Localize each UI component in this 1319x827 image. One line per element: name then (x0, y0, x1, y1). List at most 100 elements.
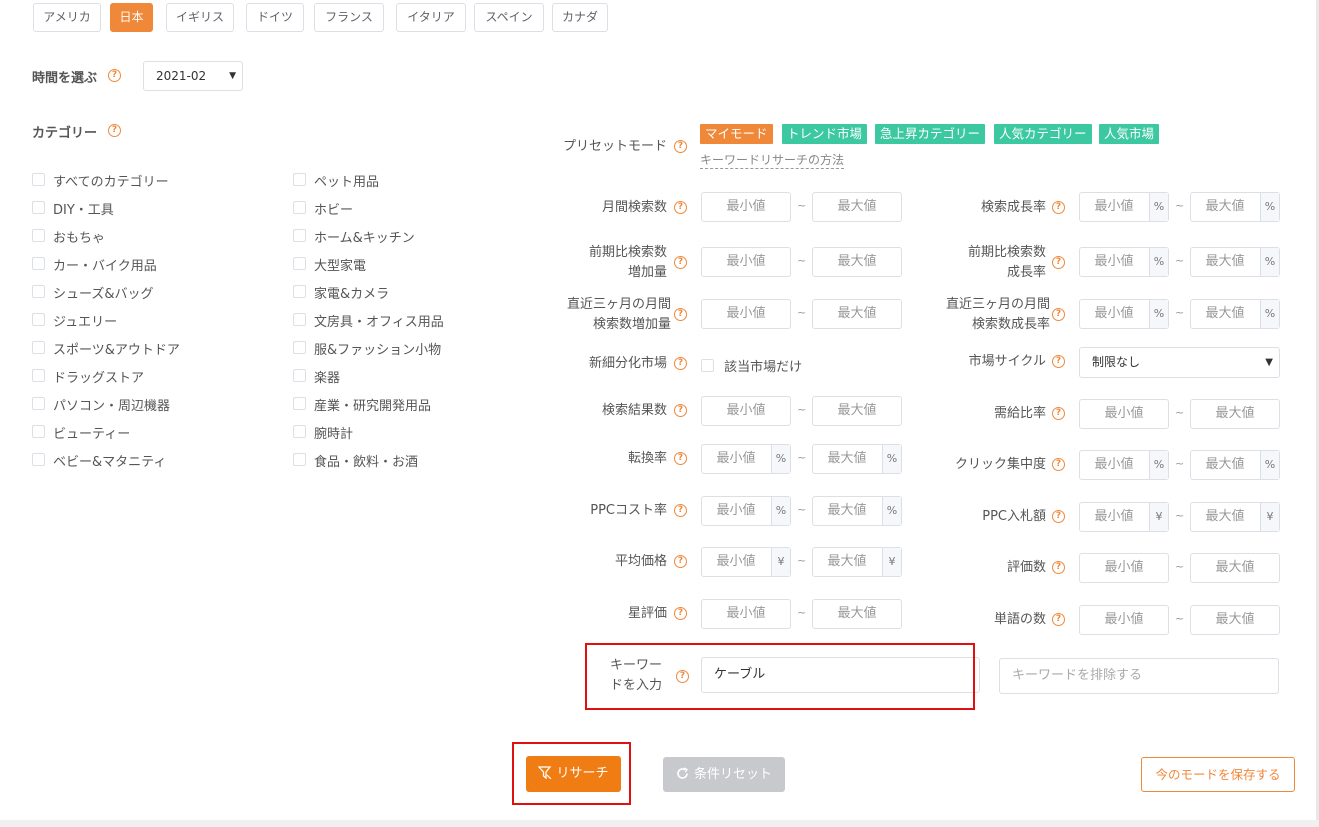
prev-search-growth-min[interactable]: 最小値% (1079, 247, 1169, 277)
ppc-cost-max[interactable]: 最大値% (812, 496, 902, 526)
checkbox[interactable] (293, 313, 306, 326)
help-icon[interactable]: ? (674, 140, 687, 153)
preset-popular-market[interactable]: 人気市場 (1099, 124, 1160, 144)
checkbox[interactable] (293, 173, 306, 186)
new-segment-checkbox[interactable]: 該当市場だけ (701, 356, 802, 375)
help-icon[interactable]: ? (674, 504, 687, 517)
prev-search-growth-max[interactable]: 最大値% (1190, 247, 1280, 277)
checkbox[interactable] (293, 369, 306, 382)
search-growth-max[interactable]: 最大値% (1190, 192, 1280, 222)
conversion-min[interactable]: 最小値% (701, 444, 791, 474)
help-icon[interactable]: ? (674, 452, 687, 465)
help-icon[interactable]: ? (1052, 561, 1065, 574)
supply-demand-max[interactable]: 最大値 (1190, 399, 1280, 429)
help-icon[interactable]: ? (1052, 355, 1065, 368)
preset-popular-category[interactable]: 人気カテゴリー (994, 124, 1092, 144)
checkbox[interactable] (293, 397, 306, 410)
recent3-growth-max[interactable]: 最大値% (1190, 299, 1280, 329)
search-results-min[interactable]: 最小値 (701, 396, 791, 426)
search-growth-min[interactable]: 最小値% (1079, 192, 1169, 222)
checkbox[interactable] (293, 201, 306, 214)
country-tab-canada[interactable]: カナダ (552, 3, 608, 32)
country-tab-germany[interactable]: ドイツ (246, 3, 304, 32)
time-select[interactable]: 2021-02 ▼ (143, 61, 243, 91)
checkbox[interactable] (32, 369, 45, 382)
help-icon[interactable]: ? (674, 357, 687, 370)
avg-price-min[interactable]: 最小値 ¥ (701, 547, 791, 577)
supply-demand-min[interactable]: 最小値 (1079, 399, 1169, 429)
method-link[interactable]: キーワードリサーチの方法 (700, 151, 845, 169)
help-icon[interactable]: ? (1052, 407, 1065, 420)
checkbox[interactable] (32, 397, 45, 410)
help-icon[interactable]: ? (1052, 510, 1065, 523)
review-count-max[interactable]: 最大値 (1190, 553, 1280, 583)
yen-unit: ¥ (882, 548, 901, 576)
help-icon[interactable]: ? (1052, 256, 1065, 269)
help-icon[interactable]: ? (1052, 308, 1065, 321)
help-icon[interactable]: ? (1052, 201, 1065, 214)
exclude-keyword-input[interactable]: キーワードを排除する (999, 658, 1279, 694)
help-icon[interactable]: ? (674, 404, 687, 417)
checkbox[interactable] (293, 425, 306, 438)
monthly-search-min[interactable]: 最小値 (701, 192, 791, 222)
help-icon[interactable]: ? (108, 69, 121, 82)
click-concentration-min[interactable]: 最小値% (1079, 450, 1169, 480)
checkbox[interactable] (32, 229, 45, 242)
checkbox[interactable] (32, 173, 45, 186)
country-tab-uk[interactable]: イギリス (166, 3, 234, 32)
help-icon[interactable]: ? (674, 555, 687, 568)
country-tab-france[interactable]: フランス (314, 3, 384, 32)
country-tab-japan[interactable]: 日本 (110, 3, 153, 32)
checkbox[interactable] (32, 425, 45, 438)
country-tab-usa[interactable]: アメリカ (33, 3, 101, 32)
help-icon[interactable]: ? (674, 201, 687, 214)
prev-search-inc-min[interactable]: 最小値 (701, 247, 791, 277)
search-results-max[interactable]: 最大値 (812, 396, 902, 426)
star-rating-min[interactable]: 最小値 (701, 599, 791, 629)
review-count-min[interactable]: 最小値 (1079, 553, 1169, 583)
checkbox[interactable] (32, 201, 45, 214)
checkbox[interactable] (293, 229, 306, 242)
recent3-inc-max[interactable]: 最大値 (812, 299, 902, 329)
checkbox[interactable] (293, 341, 306, 354)
checkbox[interactable] (32, 257, 45, 270)
checkbox[interactable] (701, 359, 714, 372)
click-concentration-max[interactable]: 最大値% (1190, 450, 1280, 480)
ppc-cost-min[interactable]: 最小値% (701, 496, 791, 526)
prev-search-inc-max[interactable]: 最大値 (812, 247, 902, 277)
checkbox[interactable] (32, 453, 45, 466)
preset-my-mode[interactable]: マイモード (700, 124, 773, 144)
help-icon[interactable]: ? (674, 256, 687, 269)
ppc-bid-min[interactable]: 最小値 ¥ (1079, 502, 1169, 532)
avg-price-max[interactable]: 最大値 ¥ (812, 547, 902, 577)
save-mode-button[interactable]: 今のモードを保存する (1141, 757, 1295, 792)
monthly-search-max[interactable]: 最大値 (812, 192, 902, 222)
help-icon[interactable]: ? (1052, 458, 1065, 471)
recent3-inc-min[interactable]: 最小値 (701, 299, 791, 329)
market-cycle-select[interactable]: 制限なし ▼ (1079, 347, 1280, 378)
checkbox[interactable] (32, 285, 45, 298)
checkbox[interactable] (32, 313, 45, 326)
help-icon[interactable]: ? (674, 607, 687, 620)
country-tab-italy[interactable]: イタリア (396, 3, 466, 32)
preset-trend-market[interactable]: トレンド市場 (782, 124, 868, 144)
recent3-growth-min[interactable]: 最小値% (1079, 299, 1169, 329)
preset-rising-category[interactable]: 急上昇カテゴリー (875, 124, 986, 144)
country-tab-spain[interactable]: スペイン (474, 3, 544, 32)
word-count-min[interactable]: 最小値 (1079, 605, 1169, 635)
checkbox[interactable] (293, 257, 306, 270)
help-icon[interactable]: ? (108, 124, 121, 137)
reset-button[interactable]: 条件リセット (663, 757, 785, 792)
help-icon[interactable]: ? (1052, 613, 1065, 626)
research-button[interactable]: リサーチ (526, 756, 621, 792)
ppc-bid-max[interactable]: 最大値 ¥ (1190, 502, 1280, 532)
checkbox[interactable] (293, 453, 306, 466)
help-icon[interactable]: ? (674, 308, 687, 321)
checkbox[interactable] (293, 285, 306, 298)
tilde: ~ (797, 606, 807, 619)
conversion-max[interactable]: 最大値% (812, 444, 902, 474)
star-rating-max[interactable]: 最大値 (812, 599, 902, 629)
word-count-max[interactable]: 最大値 (1190, 605, 1280, 635)
checkbox[interactable] (32, 341, 45, 354)
placeholder: 最小値 (726, 254, 766, 269)
